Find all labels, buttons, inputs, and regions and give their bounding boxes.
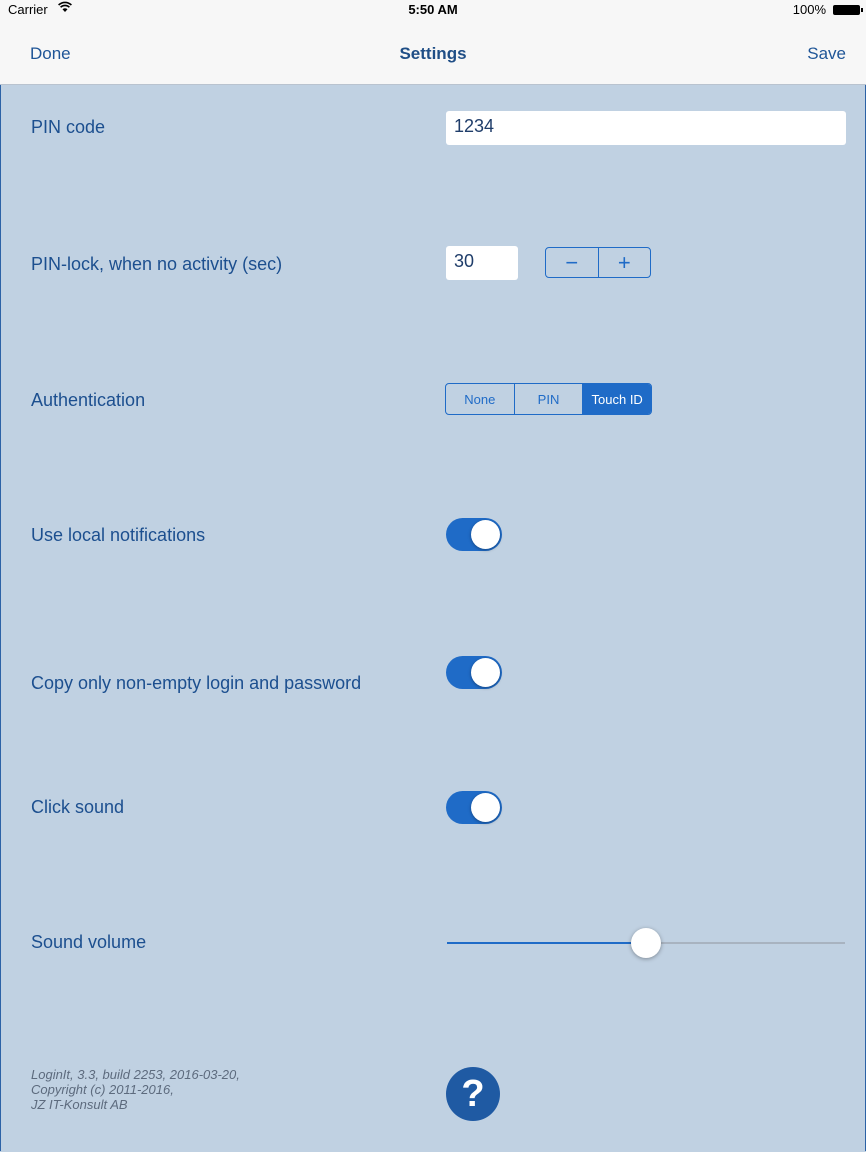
sound-volume-label: Sound volume — [31, 932, 147, 952]
slider-thumb[interactable] — [631, 928, 661, 958]
authentication-label: Authentication — [31, 390, 146, 410]
help-icon[interactable]: ? — [446, 1067, 500, 1121]
toggle-knob — [471, 793, 500, 822]
pin-lock-stepper: − + — [545, 247, 651, 278]
status-bar: Carrier 5:50 AM 100% — [0, 0, 866, 20]
local-notifications-label: Use local notifications — [31, 525, 206, 545]
slider-fill — [447, 942, 646, 944]
page-title: Settings — [399, 44, 467, 63]
sound-volume-slider[interactable] — [447, 928, 845, 958]
app-info-line: JZ IT-Konsult AB — [31, 1097, 128, 1112]
battery-percent: 100% — [792, 2, 826, 17]
click-sound-label: Click sound — [31, 797, 125, 817]
pin-code-label: PIN code — [31, 117, 106, 137]
click-sound-toggle[interactable] — [446, 791, 502, 824]
segment-none[interactable]: None — [446, 384, 514, 414]
window-frame — [0, 0, 866, 1151]
app-info-line: Copyright (c) 2011-2016, — [31, 1082, 174, 1097]
segment-touch-id[interactable]: Touch ID — [582, 384, 651, 414]
navigation-bar: Done Settings Save — [0, 20, 866, 85]
battery-icon — [833, 5, 863, 15]
copy-non-empty-label: Copy only non-empty login and password — [31, 673, 362, 693]
pin-lock-input[interactable]: 30 — [446, 246, 518, 280]
toggle-knob — [471, 520, 500, 549]
copy-non-empty-toggle[interactable] — [446, 656, 502, 689]
app-info-line: LoginIt, 3.3, build 2253, 2016-03-20, — [31, 1067, 240, 1082]
app-info: LoginIt, 3.3, build 2253, 2016-03-20, Co… — [31, 1067, 240, 1112]
increment-button[interactable]: + — [597, 248, 651, 277]
toggle-knob — [471, 658, 500, 687]
local-notifications-toggle[interactable] — [446, 518, 502, 551]
segment-pin[interactable]: PIN — [513, 384, 583, 414]
pin-code-input[interactable]: 1234 — [446, 111, 846, 145]
authentication-segmented-control: None PIN Touch ID — [445, 383, 652, 415]
save-button[interactable]: Save — [807, 44, 846, 64]
pin-lock-label: PIN-lock, when no activity (sec) — [31, 254, 283, 274]
decrement-button[interactable]: − — [546, 248, 598, 277]
status-time: 5:50 AM — [408, 2, 458, 17]
